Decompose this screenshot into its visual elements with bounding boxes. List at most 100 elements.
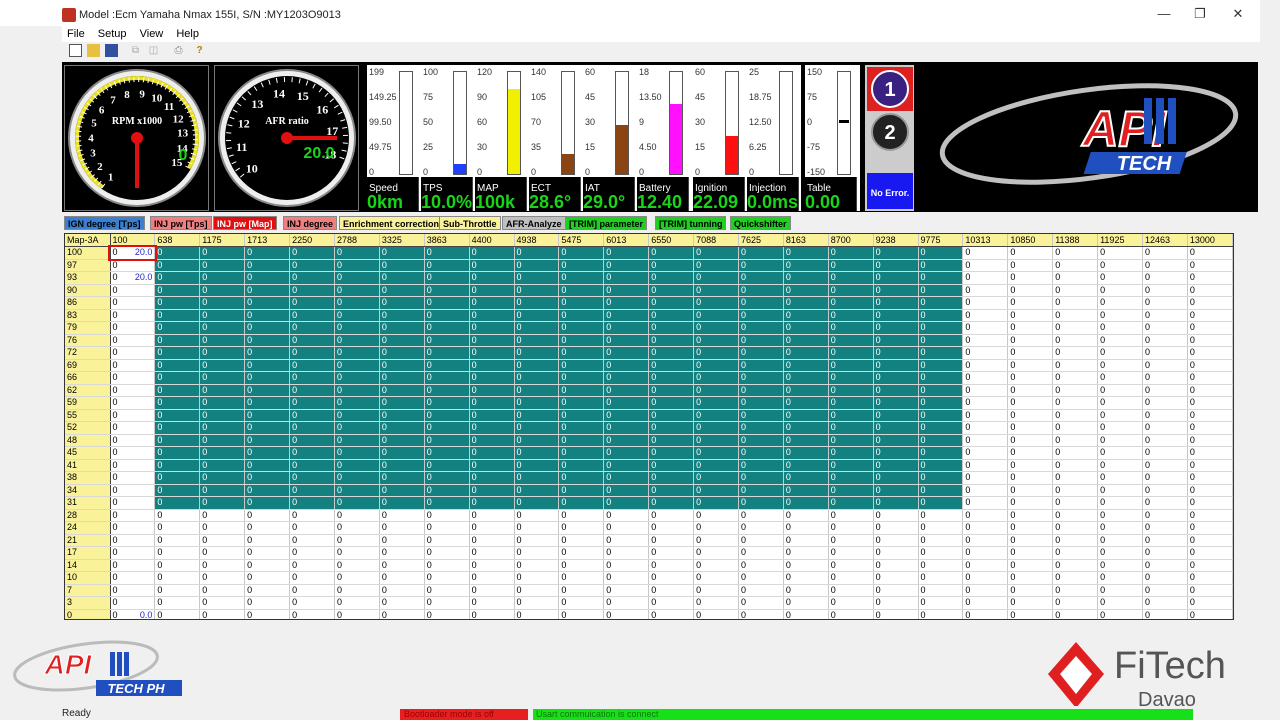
map-cell[interactable]: 0 (1142, 334, 1188, 347)
map-cell[interactable]: 0 (962, 434, 1009, 447)
map-cell[interactable]: 0 (1187, 571, 1233, 585)
map-cell[interactable]: 0 (1187, 384, 1233, 397)
map-cell[interactable]: 0 (110, 446, 156, 460)
map-cell[interactable]: 0 (1052, 496, 1099, 510)
map-cell[interactable]: 0 (558, 471, 605, 485)
map-cell[interactable]: 0 (648, 484, 695, 497)
map-cell[interactable]: 0 (1052, 559, 1099, 572)
map-cell[interactable]: 0 (738, 584, 784, 597)
map-cell[interactable]: 0 (1142, 421, 1188, 435)
map-cell[interactable]: 0 (110, 559, 156, 572)
map-cell[interactable]: 0 (110, 421, 156, 435)
map-cell[interactable]: 0 (334, 496, 380, 510)
map-cell[interactable]: 0 (334, 396, 380, 410)
map-cell[interactable]: 0 (110, 596, 156, 610)
map-cell[interactable]: 0 (1052, 434, 1099, 447)
map-cell[interactable]: 0 (110, 509, 156, 522)
map-cell[interactable]: 0 (738, 371, 784, 385)
map-cell[interactable]: 0 (918, 296, 964, 310)
map-cell[interactable]: 0 (199, 559, 246, 572)
map-cell[interactable]: 0 (469, 396, 515, 410)
map-cell[interactable]: 0 (693, 259, 739, 272)
map-cell[interactable]: 0 (738, 421, 784, 435)
tab-quickshifter[interactable]: Quickshifter (730, 216, 791, 230)
map-cell[interactable]: 0 (1052, 271, 1099, 285)
map-cell[interactable]: 0 (1187, 471, 1233, 485)
map-cell[interactable]: 0 (289, 534, 335, 547)
map-cell[interactable]: 0 (962, 346, 1009, 360)
save-icon[interactable] (105, 44, 118, 57)
map-cell[interactable]: 0 (1052, 459, 1099, 472)
map-cell[interactable]: 0 (289, 346, 335, 360)
map-cell[interactable]: 0 (154, 471, 201, 485)
map-cell[interactable]: 0 (334, 384, 380, 397)
map-cell[interactable]: 0 (558, 596, 605, 610)
map-cell[interactable]: 0 (289, 296, 335, 310)
map-cell[interactable]: 0 (110, 284, 156, 297)
map-cell[interactable]: 0 (873, 509, 919, 522)
map-cell[interactable]: 0 (469, 434, 515, 447)
map-cell[interactable]: 0 (424, 309, 470, 322)
map-cell[interactable]: 0 (424, 334, 470, 347)
tab-enrichment-correction[interactable]: Enrichment correction (339, 216, 444, 230)
map-cell[interactable]: 0 (962, 521, 1009, 535)
map-cell[interactable]: 0 (603, 596, 650, 610)
map-cell[interactable]: 0 (289, 359, 335, 372)
map-cell[interactable]: 0 (199, 296, 246, 310)
map-cell[interactable]: 0 (918, 559, 964, 572)
map-cell[interactable]: 0 (289, 446, 335, 460)
map-cell[interactable]: 0 (424, 484, 470, 497)
map-cell[interactable]: 0 (469, 309, 515, 322)
map-cell[interactable]: 0 (469, 384, 515, 397)
map-cell[interactable]: 0 (1142, 484, 1188, 497)
menu-view[interactable]: View (140, 26, 164, 42)
map-cell[interactable]: 0 (334, 346, 380, 360)
map-cell[interactable]: 0 (1187, 434, 1233, 447)
map-cell[interactable]: 0 (1142, 296, 1188, 310)
map-cell[interactable]: 0 (828, 359, 874, 372)
map-cell[interactable]: 0 (828, 571, 874, 585)
map-cell[interactable]: 0 (199, 521, 246, 535)
map-cell[interactable]: 0 (244, 546, 291, 560)
map-cell[interactable]: 0 (199, 609, 246, 619)
map-cell[interactable]: 0 (603, 421, 650, 435)
map-cell[interactable]: 0 (828, 459, 874, 472)
map-cell[interactable]: 0 (1007, 271, 1054, 285)
map-cell[interactable]: 0 (514, 259, 560, 272)
map-cell[interactable]: 0 (828, 446, 874, 460)
map-cell[interactable]: 0 (424, 534, 470, 547)
map-cell[interactable]: 0 (199, 359, 246, 372)
map-cell[interactable]: 0 (1052, 446, 1099, 460)
map-cell[interactable]: 0 (424, 459, 470, 472)
map-cell[interactable]: 0 (693, 459, 739, 472)
map-cell[interactable]: 0 (1142, 321, 1188, 335)
map-cell[interactable]: 0 (1097, 596, 1143, 610)
map-cell[interactable]: 0 (1142, 346, 1188, 360)
map-cell[interactable]: 0 (199, 384, 246, 397)
map-cell[interactable]: 0 (1097, 296, 1143, 310)
map-cell[interactable]: 0 (918, 509, 964, 522)
map-cell[interactable]: 0 (289, 559, 335, 572)
map-cell[interactable]: 0 (603, 334, 650, 347)
map-cell[interactable]: 0 (110, 521, 156, 535)
map-cell[interactable]: 0 (918, 534, 964, 547)
map-cell[interactable]: 0 (873, 259, 919, 272)
map-cell[interactable]: 0 (334, 259, 380, 272)
map-cell[interactable]: 0 (1007, 246, 1054, 260)
map-cell[interactable]: 0 (244, 584, 291, 597)
map-cell[interactable]: 0 (738, 271, 784, 285)
map-cell[interactable]: 0 (962, 546, 1009, 560)
map-cell[interactable]: 0 (514, 334, 560, 347)
map-cell[interactable]: 0 (558, 296, 605, 310)
map-cell[interactable]: 0 (738, 459, 784, 472)
map-cell[interactable]: 0 (469, 296, 515, 310)
map-cell[interactable]: 0 (828, 309, 874, 322)
map-cell[interactable]: 0 (828, 496, 874, 510)
map-cell[interactable]: 0 (1097, 396, 1143, 410)
map-cell[interactable]: 0 (289, 509, 335, 522)
map-cell[interactable]: 0 (1142, 409, 1188, 422)
map-cell[interactable]: 0 (693, 246, 739, 260)
map-cell[interactable]: 0 (154, 534, 201, 547)
map-cell[interactable]: 0 (244, 384, 291, 397)
map-cell[interactable]: 0 (424, 446, 470, 460)
